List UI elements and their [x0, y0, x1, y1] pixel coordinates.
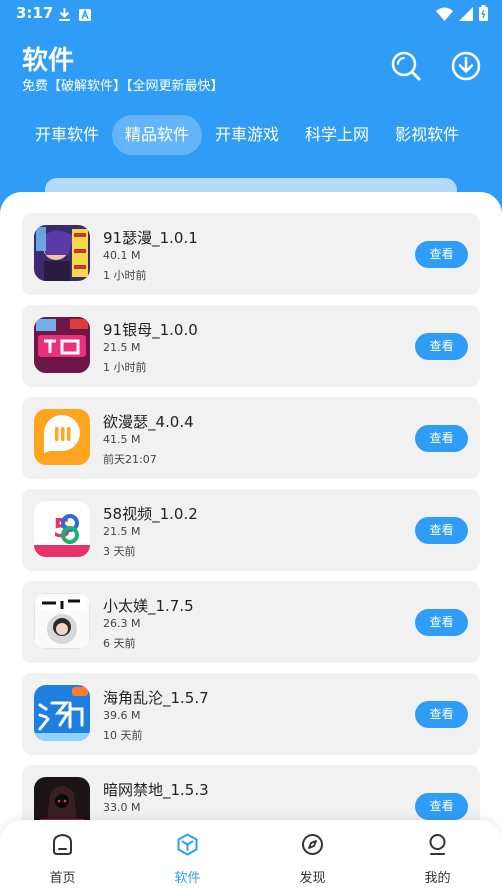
download-status-icon — [58, 6, 71, 25]
nav-discover[interactable]: 发现 — [250, 820, 375, 894]
app-icon — [34, 593, 90, 649]
app-icon — [34, 317, 90, 373]
nav-home[interactable]: 首页 — [0, 820, 125, 894]
page-title: 软件 — [22, 46, 75, 76]
list-item[interactable]: 91瑟漫_1.0.1 40.1 M 1 小时前 查看 — [22, 213, 480, 295]
download-button[interactable] — [448, 48, 484, 84]
app-size: 39.6 M — [103, 709, 141, 722]
list-item[interactable]: 海角乱沦_1.5.7 39.6 M 10 天前 查看 — [22, 673, 480, 755]
tab-video-software[interactable]: 影视软件 — [382, 115, 472, 155]
view-button[interactable]: 查看 — [415, 517, 468, 544]
category-tabs: 开車软件 精品软件 开車游戏 科学上网 影视软件 — [22, 115, 482, 155]
status-time: 3:17 — [16, 4, 54, 22]
view-button[interactable]: 查看 — [415, 333, 468, 360]
app-list: 91瑟漫_1.0.1 40.1 M 1 小时前 查看 91银母_1.0.0 21… — [0, 192, 502, 894]
app-name: 暗网禁地_1.5.3 — [103, 781, 209, 799]
app-updated-time: 6 天前 — [103, 637, 136, 650]
app-name: 91银母_1.0.0 — [103, 321, 198, 339]
app-updated-time: 前天21:07 — [103, 453, 157, 466]
app-name: 海角乱沦_1.5.7 — [103, 689, 209, 707]
view-button[interactable]: 查看 — [415, 609, 468, 636]
nav-home-label: 首页 — [49, 871, 76, 886]
app-size: 26.3 M — [103, 617, 141, 630]
app-name: 58视频_1.0.2 — [103, 505, 198, 523]
wifi-icon — [436, 6, 453, 25]
view-button[interactable]: 查看 — [415, 425, 468, 452]
nav-profile-label: 我的 — [424, 871, 451, 886]
tab-premium-software[interactable]: 精品软件 — [112, 115, 203, 155]
app-notification-icon — [79, 6, 91, 25]
list-item[interactable]: 欲漫瑟_4.0.4 41.5 M 前天21:07 查看 — [22, 397, 480, 479]
app-icon — [34, 225, 90, 281]
download-icon — [451, 51, 481, 81]
app-updated-time: 10 天前 — [103, 729, 143, 742]
app-size: 33.0 M — [103, 801, 141, 814]
bottom-navigation: 首页 软件 发现 我的 — [0, 820, 502, 894]
tab-kaiche-software[interactable]: 开車软件 — [22, 115, 112, 155]
home-icon — [53, 833, 72, 855]
list-item[interactable]: 小太媄_1.7.5 26.3 M 6 天前 查看 — [22, 581, 480, 663]
nav-software-label: 软件 — [174, 871, 201, 886]
app-size: 21.5 M — [103, 341, 141, 354]
app-size: 41.5 M — [103, 433, 141, 446]
app-icon: 5 — [34, 501, 90, 557]
app-updated-time: 1 小时前 — [103, 269, 147, 282]
app-name: 欲漫瑟_4.0.4 — [103, 413, 194, 431]
compass-icon — [302, 834, 323, 855]
app-updated-time: 3 天前 — [103, 545, 136, 558]
app-icon — [34, 409, 90, 465]
nav-profile[interactable]: 我的 — [375, 820, 500, 894]
tab-kaiche-games[interactable]: 开車游戏 — [202, 115, 292, 155]
signal-icon — [459, 6, 473, 25]
app-updated-time: 1 小时前 — [103, 361, 147, 374]
view-button[interactable]: 查看 — [415, 241, 468, 268]
search-button[interactable] — [388, 48, 424, 84]
app-size: 21.5 M — [103, 525, 141, 538]
nav-software[interactable]: 软件 — [125, 820, 250, 894]
view-button[interactable]: 查看 — [415, 793, 468, 820]
page-subtitle: 免费【破解软件】【全网更新最快】 — [22, 79, 224, 94]
app-name: 小太媄_1.7.5 — [103, 597, 194, 615]
profile-icon — [429, 834, 446, 855]
status-bar: 3:17 — [0, 0, 502, 28]
app-size: 40.1 M — [103, 249, 141, 262]
list-item[interactable]: 5 58视频_1.0.2 21.5 M 3 天前 查看 — [22, 489, 480, 571]
box-icon — [177, 833, 198, 856]
app-name: 91瑟漫_1.0.1 — [103, 229, 198, 247]
app-icon — [34, 685, 90, 741]
list-item[interactable]: 91银母_1.0.0 21.5 M 1 小时前 查看 — [22, 305, 480, 387]
nav-discover-label: 发现 — [299, 871, 326, 886]
battery-icon — [479, 5, 488, 25]
search-icon — [391, 51, 421, 81]
tab-vpn[interactable]: 科学上网 — [292, 115, 382, 155]
view-button[interactable]: 查看 — [415, 701, 468, 728]
